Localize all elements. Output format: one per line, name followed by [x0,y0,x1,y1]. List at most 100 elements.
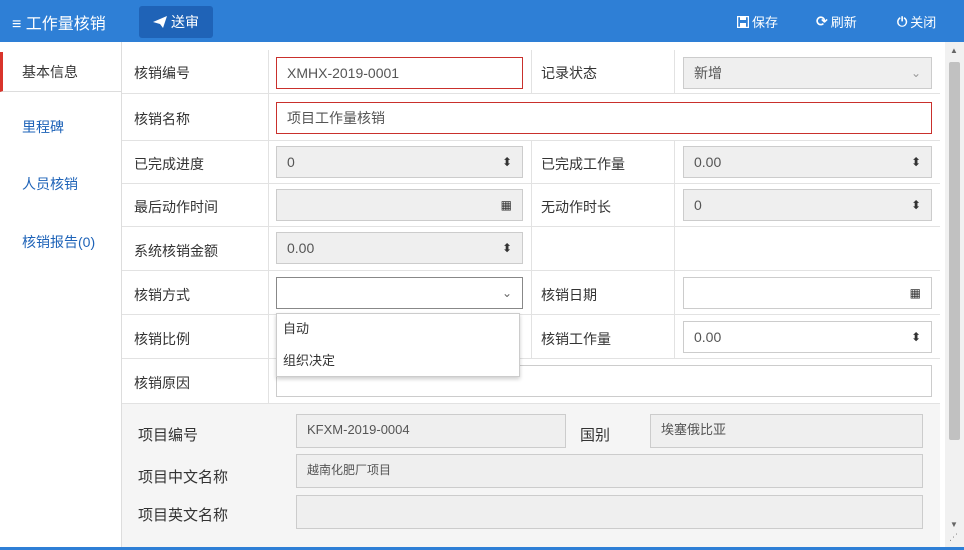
dropdown-option-org-decision[interactable]: 组织决定 [277,346,519,378]
divider [674,184,675,226]
spinner-icon[interactable]: ⬍ [911,322,921,352]
status-select[interactable]: 新增 ⌄ [683,57,932,89]
form-row: 核销原因 [122,359,940,404]
close-button[interactable]: ⏻ 关闭 [897,12,936,31]
form-row: 核销名称 项目工作量核销 [122,94,940,141]
menu-icon[interactable]: ≡ [12,16,21,33]
refresh-button-label: 刷新 [830,15,857,30]
done-value: 0.00 [694,154,722,170]
calendar-icon[interactable]: ▦ [910,278,921,308]
divider [674,315,675,358]
chevron-down-icon: ⌄ [910,66,921,80]
scroll-down-icon[interactable]: ▼ [950,520,958,529]
form-row: 核销方式 ⌄ 核销日期 ▦ [122,271,940,315]
project-code-label: 项目编号 [138,427,199,444]
idle-value: 0 [694,197,702,213]
spinner-icon[interactable]: ⬍ [911,190,921,220]
method-select[interactable]: ⌄ [276,277,523,309]
idle-label: 无动作时长 [541,199,611,215]
close-button-label: 关闭 [910,15,937,30]
sidebar-item-basic-info[interactable]: 基本信息 [0,52,121,92]
status-value: 新增 [694,65,722,81]
workload-input[interactable]: 0.00 ⬍ [683,321,932,353]
project-cn-name-value: 越南化肥厂项目 [307,463,392,477]
dropdown-option-auto[interactable]: 自动 [277,314,519,346]
divider [268,315,269,358]
spinner-icon[interactable]: ⬍ [502,233,512,263]
app-title: ≡ 工作量核销 [12,10,106,34]
project-cn-name-input[interactable]: 越南化肥厂项目 [296,454,923,488]
divider [268,94,269,140]
country-label: 国别 [580,427,611,444]
divider [531,271,532,314]
method-dropdown: 自动 组织决定 [276,313,520,377]
form-row: 核销编号 XMHX-2019-0001 记录状态 新增 ⌄ [122,50,940,94]
sidebar-item-report[interactable]: 核销报告(0) [0,222,121,262]
resize-grip-icon[interactable]: ⋰ [949,532,958,543]
workload-value: 0.00 [694,329,722,345]
progress-input[interactable]: 0 ⬍ [276,146,523,178]
divider [268,141,269,183]
power-icon: ⏻ [897,13,908,29]
progress-value: 0 [287,154,295,170]
code-label: 核销编号 [134,65,190,81]
send-button-label: 送审 [171,14,199,30]
name-input[interactable]: 项目工作量核销 [276,102,932,134]
last-time-input[interactable]: ▦ [276,189,523,221]
reason-label: 核销原因 [134,375,190,391]
divider [268,227,269,270]
form-row: 系统核销金额 0.00 ⬍ [122,227,940,271]
workload-label: 核销工作量 [541,331,611,347]
sidebar-item-label: 人员核销 [22,176,78,192]
divider [268,271,269,314]
progress-label: 已完成进度 [134,156,204,172]
top-toolbar: ≡ 工作量核销 送审 保存 ⟳ 刷新 ⏻ 关闭 [0,0,964,42]
save-button-label: 保存 [752,15,779,30]
scrollbar-thumb[interactable] [949,62,960,440]
sidebar-item-milestone[interactable]: 里程碑 [0,107,121,147]
sidebar-item-label: 里程碑 [22,119,64,135]
vertical-scrollbar[interactable]: ▲ ▼ ⋰ [945,42,964,547]
scroll-up-icon[interactable]: ▲ [950,46,958,55]
date-input[interactable]: ▦ [683,277,932,309]
project-info-panel: 项目编号 KFXM-2019-0004 国别 埃塞俄比亚 项目中文名称 越南化肥… [122,404,940,547]
project-cn-name-label: 项目中文名称 [138,469,229,486]
spinner-icon[interactable]: ⬍ [502,147,512,177]
code-value: XMHX-2019-0001 [287,65,400,81]
divider [268,184,269,226]
ratio-label: 核销比例 [134,331,190,347]
done-input[interactable]: 0.00 ⬍ [683,146,932,178]
project-code-value: KFXM-2019-0004 [307,422,410,437]
method-label: 核销方式 [134,287,190,303]
spinner-icon[interactable]: ⬍ [911,147,921,177]
country-input[interactable]: 埃塞俄比亚 [650,414,923,448]
project-en-name-label: 项目英文名称 [138,507,229,524]
status-label: 记录状态 [541,65,597,81]
paper-plane-icon [153,16,167,28]
calendar-icon[interactable]: ▦ [501,190,512,220]
refresh-button[interactable]: ⟳ 刷新 [816,12,857,31]
form-row: 最后动作时间 ▦ 无动作时长 0 ⬍ [122,184,940,227]
divider [531,50,532,93]
divider [674,271,675,314]
divider [531,141,532,183]
code-input[interactable]: XMHX-2019-0001 [276,57,523,89]
name-label: 核销名称 [134,111,190,127]
idle-input[interactable]: 0 ⬍ [683,189,932,221]
form-row: 已完成进度 0 ⬍ 已完成工作量 0.00 ⬍ [122,141,940,184]
sidebar-item-personnel[interactable]: 人员核销 [0,164,121,204]
chevron-down-icon: ⌄ [501,286,512,300]
divider [674,141,675,183]
divider [531,184,532,226]
amount-input[interactable]: 0.00 ⬍ [276,232,523,264]
amount-value: 0.00 [287,240,315,256]
project-code-input[interactable]: KFXM-2019-0004 [296,414,566,448]
save-button[interactable]: 保存 [737,12,778,31]
divider [268,50,269,93]
project-en-name-input[interactable] [296,495,923,529]
divider [531,315,532,358]
app-title-text: 工作量核销 [25,16,106,33]
send-button[interactable]: 送审 [139,6,213,38]
form-area: 核销编号 XMHX-2019-0001 记录状态 新增 ⌄ 核销名称 项目工作量… [122,42,945,547]
amount-label: 系统核销金额 [134,243,218,259]
